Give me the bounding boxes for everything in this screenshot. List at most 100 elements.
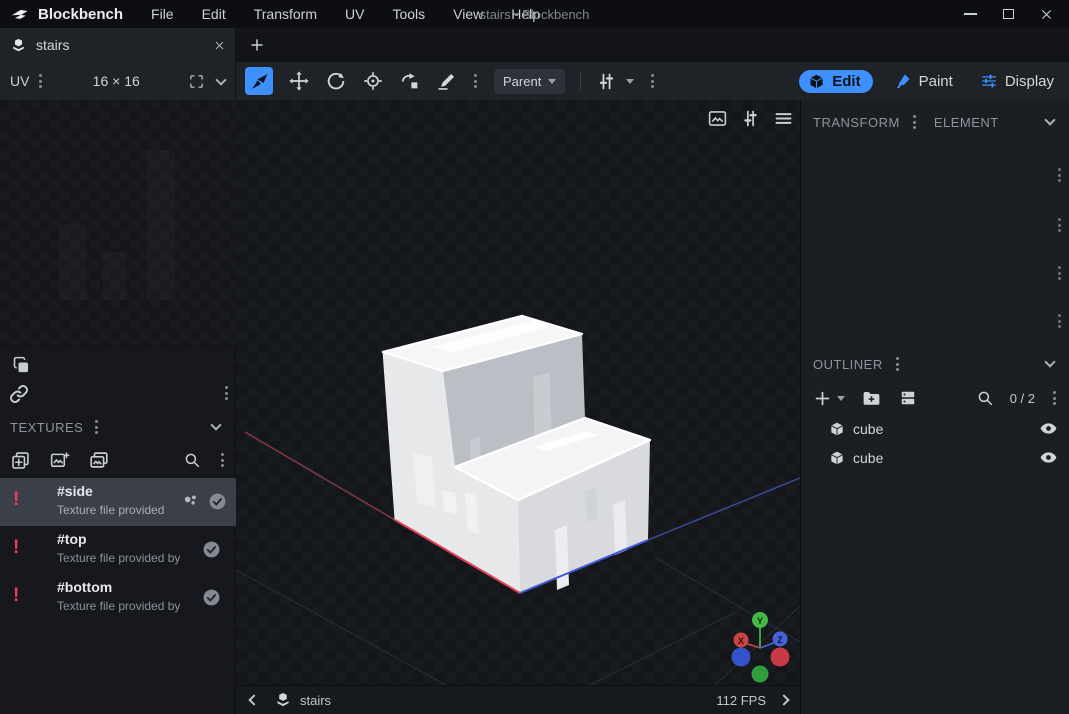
gizmo-neg-x-ball[interactable] <box>732 648 751 667</box>
texture-description: Texture file provided by <box>57 599 180 613</box>
maximize-button[interactable] <box>1003 9 1014 19</box>
transform-space-menu[interactable] <box>649 72 656 90</box>
status-prev-chevron[interactable] <box>248 694 259 705</box>
menu-transform[interactable]: Transform <box>254 6 317 22</box>
gizmo-neg-y-ball[interactable] <box>752 666 769 683</box>
search-outliner-icon[interactable] <box>976 389 994 407</box>
rotation-space-dropdown[interactable]: Parent <box>494 69 565 94</box>
rotate-tool-icon[interactable] <box>325 70 347 92</box>
particle-texture-icon[interactable] <box>181 492 201 512</box>
toolbar-overflow-menu[interactable] <box>472 72 479 90</box>
menu-uv[interactable]: UV <box>345 6 364 22</box>
project-tabbar: stairs <box>0 28 1069 62</box>
status-next-chevron[interactable] <box>778 694 789 705</box>
stairs-model[interactable] <box>383 316 650 593</box>
menu-tools[interactable]: Tools <box>392 6 425 22</box>
transform-space-icon[interactable] <box>596 71 617 92</box>
element-title[interactable]: ELEMENT <box>934 115 999 130</box>
move-tool-button[interactable] <box>245 67 273 95</box>
new-tab-button[interactable] <box>246 34 268 56</box>
texture-name: #top <box>57 531 87 547</box>
close-window-icon[interactable] <box>1040 8 1053 21</box>
import-texture-folder-icon[interactable] <box>88 449 110 471</box>
texture-row-top[interactable]: ! #top Texture file provided by <box>0 526 236 574</box>
uv-resolution[interactable]: 16 × 16 <box>44 73 188 89</box>
position-row-menu[interactable] <box>1056 166 1063 184</box>
viewport-corner-tools <box>707 108 794 129</box>
create-texture-icon[interactable] <box>10 450 31 471</box>
transform-title[interactable]: TRANSFORM <box>813 115 900 130</box>
background-image-icon[interactable] <box>707 108 728 129</box>
titlebar: Blockbench File Edit Transform UV Tools … <box>0 0 1069 28</box>
close-tab-icon[interactable] <box>214 40 225 51</box>
menu-edit[interactable]: Edit <box>202 6 226 22</box>
outliner-collapse-chevron[interactable] <box>1044 356 1055 367</box>
menu-view[interactable]: View <box>453 6 483 22</box>
uv-fullscreen-icon[interactable] <box>188 73 205 90</box>
uv-panel-menu[interactable] <box>37 72 44 90</box>
transform-menu[interactable] <box>911 113 918 131</box>
texture-enabled-check-icon[interactable] <box>202 540 221 559</box>
rotation-row-menu[interactable] <box>1056 312 1063 330</box>
pivot-row-menu[interactable] <box>1056 264 1063 282</box>
uv-editor-canvas[interactable] <box>0 100 236 346</box>
knife-tool-icon[interactable] <box>436 71 457 92</box>
outliner-list-menu[interactable] <box>1051 389 1058 407</box>
outliner-title[interactable]: OUTLINER <box>813 357 883 372</box>
import-texture-icon[interactable] <box>49 450 70 471</box>
gizmo-z-label: Z <box>777 635 783 645</box>
rotation-space-value: Parent <box>503 74 541 89</box>
textures-list-menu[interactable] <box>219 451 226 469</box>
menu-help[interactable]: Help <box>511 6 540 22</box>
outliner-view-toggle-icon[interactable] <box>898 388 918 408</box>
outliner-row-cube-2[interactable]: cube <box>801 443 1069 472</box>
mode-tab-display[interactable]: Display <box>974 69 1060 93</box>
uv-side-menu[interactable] <box>223 384 230 402</box>
vertex-snap-tool-icon[interactable] <box>399 70 421 92</box>
outliner-row-cube-1[interactable]: cube <box>801 414 1069 443</box>
project-tab-stairs[interactable]: stairs <box>0 28 236 62</box>
textures-collapse-chevron[interactable] <box>210 419 221 430</box>
copy-icon[interactable] <box>11 355 32 376</box>
viewport-menu-icon[interactable] <box>773 108 794 129</box>
menu-file[interactable]: File <box>151 6 174 22</box>
visibility-eye-icon[interactable] <box>1039 419 1058 438</box>
x-axis-line <box>245 432 395 520</box>
visibility-eye-icon[interactable] <box>1039 448 1058 467</box>
window-controls <box>964 0 1069 28</box>
tab-label: stairs <box>36 37 214 53</box>
texture-row-bottom[interactable]: ! #bottom Texture file provided by <box>0 574 236 622</box>
viewport-settings-icon[interactable] <box>740 108 761 129</box>
mode-tab-edit[interactable]: Edit <box>799 70 872 93</box>
plus-icon <box>813 389 832 408</box>
texture-enabled-check-icon[interactable] <box>208 492 227 511</box>
paint-brush-icon <box>894 72 912 90</box>
add-cube-caret <box>837 396 845 401</box>
pivot-tool-icon[interactable] <box>362 70 384 92</box>
statusbar: stairs 112 FPS <box>236 685 800 714</box>
chevron-down-icon <box>548 79 556 84</box>
view-gizmo[interactable]: Y X Z <box>732 612 790 683</box>
texture-enabled-check-icon[interactable] <box>202 588 221 607</box>
textures-menu[interactable] <box>93 418 100 436</box>
right-panel-collapse-chevron[interactable] <box>1044 114 1055 125</box>
resize-tool-icon[interactable] <box>288 70 310 92</box>
selection-count: 0 / 2 <box>1010 391 1035 406</box>
gizmo-neg-z-ball[interactable] <box>771 648 790 667</box>
edit-cube-icon <box>808 73 825 90</box>
uv-panel-collapse-chevron[interactable] <box>215 74 226 85</box>
mode-tab-paint[interactable]: Paint <box>888 69 959 93</box>
scene-canvas[interactable]: Y X Z <box>236 100 800 685</box>
minimize-button[interactable] <box>964 13 977 15</box>
add-cube-button[interactable] <box>813 389 845 408</box>
search-textures-icon[interactable] <box>183 451 201 469</box>
size-row-menu[interactable] <box>1056 216 1063 234</box>
outliner-menu[interactable] <box>894 355 901 373</box>
transform-space-caret[interactable] <box>626 79 634 84</box>
transform-panel-header: TRANSFORM ELEMENT <box>801 100 1069 144</box>
link-icon[interactable] <box>7 382 31 406</box>
texture-row-side[interactable]: ! #side Texture file provided <box>0 478 236 526</box>
add-group-folder-icon[interactable] <box>861 388 882 409</box>
z-axis-line <box>648 478 800 540</box>
viewport-3d[interactable]: Y X Z <box>236 100 800 685</box>
